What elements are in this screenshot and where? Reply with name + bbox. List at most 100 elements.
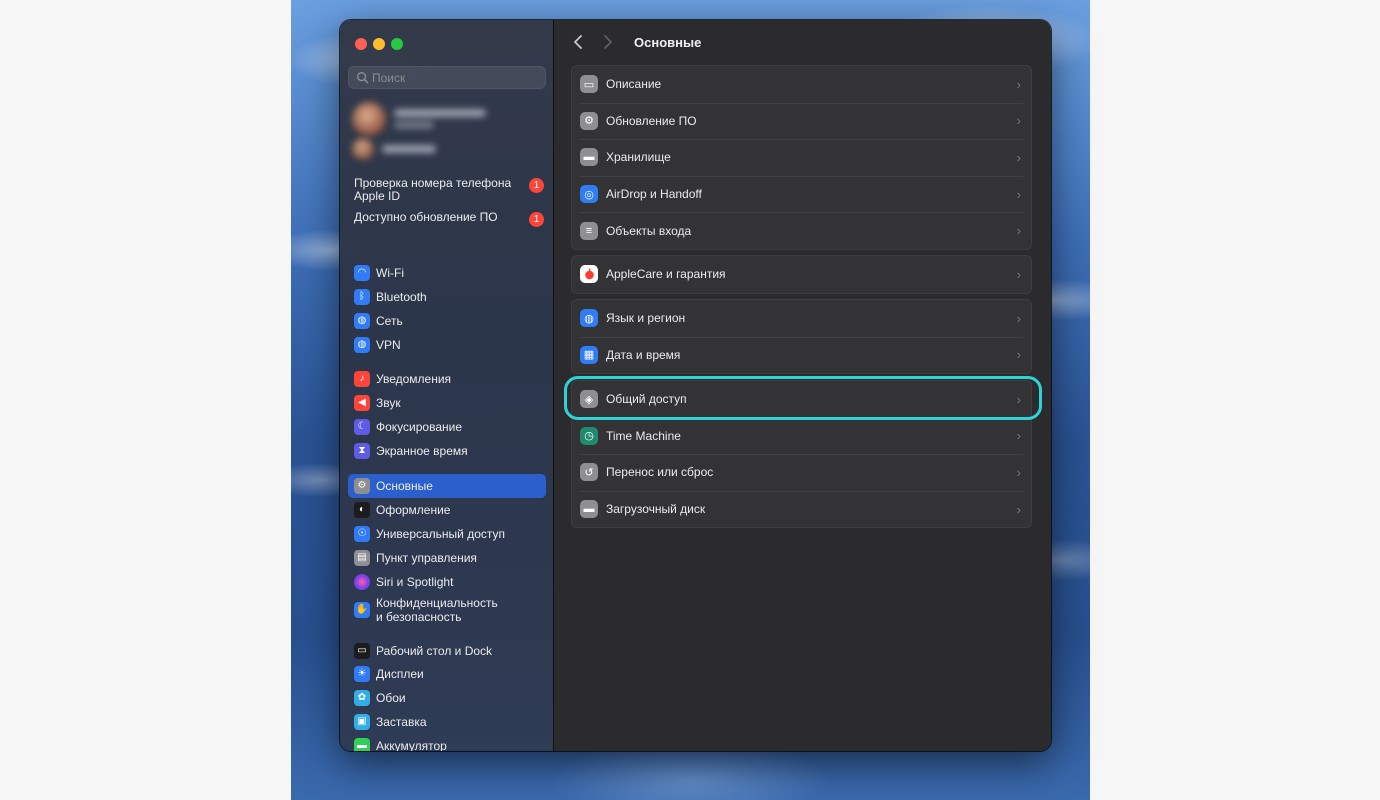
screensaver-icon: ▣ [354,714,370,730]
globe-icon: ◍ [580,309,598,328]
settings-row[interactable]: ▦ Дата и время › [572,336,1031,374]
chevron-right-icon: › [1016,391,1021,407]
settings-row[interactable]: ▭ Описание › [572,66,1031,103]
sidebar-item-label: Пункт управления [376,551,477,565]
sidebar-item[interactable]: ▣ Заставка [348,710,546,734]
list-icon: ≡ [580,221,598,240]
sidebar-item[interactable]: ᛒ Bluetooth [348,285,546,309]
settings-row[interactable]: ◷ Time Machine › [572,417,1031,455]
avatar [352,138,374,160]
sidebar-item-label: Конфиденциальность и безопасность [376,596,498,624]
sidebar-item[interactable]: ◀ Звук [348,391,546,415]
settings-row[interactable]: ▬ Загрузочный диск › [572,490,1031,528]
sidebar-item[interactable]: ✿ Обои [348,686,546,710]
search-field[interactable] [348,66,546,89]
settings-row[interactable]: ⚙ Обновление ПО › [572,102,1031,140]
settings-row[interactable]: ▬ Хранилище › [572,139,1031,176]
drive-icon: ▬ [580,148,598,167]
settings-row-label: Объекты входа [606,223,692,238]
chevron-left-icon [574,35,582,49]
sidebar-item[interactable]: ◐ Оформление [348,498,546,522]
settings-row[interactable]: ◈ Общий доступ › [572,381,1031,418]
sidebar-item-label: Уведомления [376,372,452,386]
apple-id-account[interactable] [352,102,486,136]
notification-badge: 1 [529,178,544,193]
sidebar-item-label: Обои [376,691,406,705]
sidebar-item[interactable]: ⚙ Основные [348,474,546,498]
chevron-right-icon: › [1016,310,1021,326]
notice-text: Доступно обновление ПО [354,210,498,224]
sidebar-item-label: Экранное время [376,444,468,458]
sidebar-item-label: VPN [376,338,401,352]
settings-row-label: Хранилище [606,150,671,165]
laptop-icon: ▭ [580,75,598,94]
bell-icon: ♪ [354,371,370,387]
sidebar-item-label: Оформление [376,503,451,517]
back-button[interactable] [568,32,588,52]
settings-row[interactable]: ◎ AirDrop и Handoff › [572,175,1031,213]
time-machine-icon: ◷ [580,426,598,445]
settings-row-label: Описание [606,77,662,92]
gear-badge-icon: ⚙ [580,111,598,130]
sidebar-item[interactable]: ☀ Дисплеи [348,662,546,686]
sidebar-item-label: Звук [376,396,401,410]
hourglass-icon: ⧗ [354,443,370,459]
page-title: Основные [634,34,702,50]
settings-row[interactable]: ◍ Язык и регион › [572,300,1031,337]
sidebar-item[interactable]: ♪ Уведомления [348,367,546,391]
wifi-icon: ◠ [354,265,370,281]
family-account[interactable] [352,138,436,160]
dock-icon: ▭ [354,643,370,659]
speaker-icon: ◀ [354,395,370,411]
settings-row[interactable]: AppleCare и гарантия › [572,256,1031,293]
zoom-button[interactable] [391,38,403,50]
globe-icon: ◍ [354,313,370,329]
chevron-right-icon: › [1016,223,1021,239]
window-controls [355,38,403,50]
sharing-icon: ◈ [580,390,598,409]
close-button[interactable] [355,38,367,50]
sidebar: Проверка номера телефона Apple ID 1 Дост… [340,20,554,751]
moon-icon: ☾ [354,419,370,435]
drive-icon: ▬ [580,500,598,519]
settings-row-label: Язык и регион [606,311,686,326]
notice-apple-id-phone[interactable]: Проверка номера телефона Apple ID 1 [354,177,544,203]
sidebar-item-label: Универсальный доступ [376,527,506,541]
sun-icon: ☀ [354,666,370,682]
minimize-button[interactable] [373,38,385,50]
sidebar-item-label: Сеть [376,314,403,328]
main-panel: Основные ▭ Описание › ⚙ Обновление ПО › ▬ Храни… [554,20,1051,751]
sidebar-item-label: Рабочий стол и Dock [376,644,493,658]
search-input[interactable] [372,70,532,85]
chevron-right-icon: › [1016,464,1021,480]
siri-icon [354,574,370,590]
settings-row[interactable]: ≡ Объекты входа › [572,212,1031,249]
sidebar-item-label: Wi-Fi [376,266,404,280]
notice-software-update[interactable]: Доступно обновление ПО 1 [354,210,544,227]
chevron-right-icon: › [1016,149,1021,165]
system-settings-window: Проверка номера телефона Apple ID 1 Дост… [340,20,1051,751]
sidebar-item[interactable]: ▬ Аккумулятор [348,734,546,751]
settings-row[interactable]: ↺ Перенос или сброс › [572,454,1031,491]
chevron-right-icon: › [1016,347,1021,363]
forward-button[interactable] [598,32,618,52]
sidebar-item[interactable]: ☾ Фокусирование [348,415,546,439]
sidebar-item[interactable]: ◠ Wi-Fi [348,261,546,285]
sidebar-item[interactable]: ✋ Конфиденциальность и безопасность [348,594,546,626]
reset-icon: ↺ [580,463,598,482]
notice-text: Проверка номера телефона Apple ID [354,176,512,203]
sidebar-item[interactable]: ◍ Сеть [348,309,546,333]
sidebar-item[interactable]: ⧗ Экранное время [348,439,546,463]
sidebar-item[interactable]: ▭ Рабочий стол и Dock [348,639,546,663]
accessibility-icon: ☉ [354,526,370,542]
settings-group: ◍ Язык и регион › ▦ Дата и время › [571,299,1032,375]
sidebar-item[interactable]: Siri и Spotlight [348,570,546,594]
avatar [352,102,386,136]
settings-row-label: Общий доступ [606,392,687,407]
sidebar-item[interactable]: ◍ VPN [348,333,546,357]
sidebar-item[interactable]: ☉ Универсальный доступ [348,522,546,546]
settings-row-label: Обновление ПО [606,113,697,128]
sidebar-item[interactable]: ▤ Пункт управления [348,546,546,570]
toolbar: Основные [554,20,1051,64]
settings-row-label: Дата и время [606,347,681,362]
